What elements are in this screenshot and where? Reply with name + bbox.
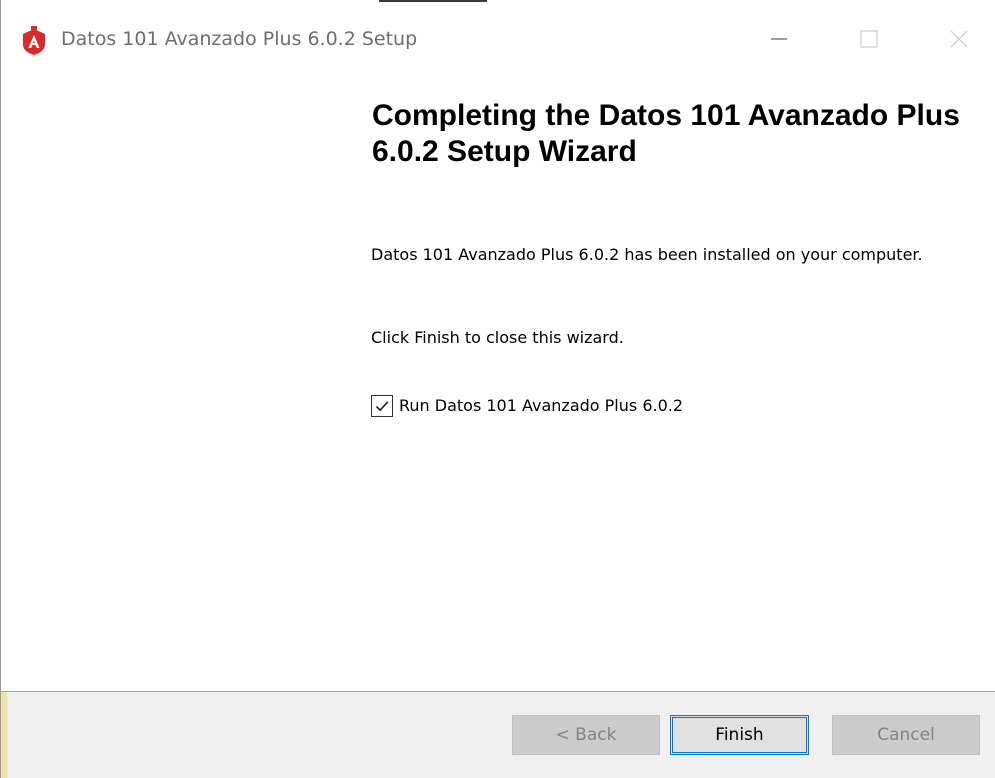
installed-message: Datos 101 Avanzado Plus 6.0.2 has been i… — [371, 245, 923, 264]
minimize-icon[interactable] — [747, 16, 811, 62]
app-icon — [23, 26, 45, 55]
footer-edge — [1, 692, 7, 778]
title-bar[interactable]: Datos 101 Avanzado Plus 6.0.2 Setup — [1, 8, 995, 70]
setup-window: Datos 101 Avanzado Plus 6.0.2 Setup Comp… — [0, 0, 995, 778]
run-app-option[interactable]: Run Datos 101 Avanzado Plus 6.0.2 — [371, 394, 683, 418]
top-edge — [1, 0, 995, 8]
checkmark-icon — [375, 401, 389, 412]
cancel-button[interactable]: Cancel — [832, 715, 980, 755]
window-title: Datos 101 Avanzado Plus 6.0.2 Setup — [61, 28, 418, 50]
finish-button[interactable]: Finish — [670, 715, 809, 755]
run-app-checkbox[interactable] — [371, 395, 393, 417]
finish-instruction: Click Finish to close this wizard. — [371, 328, 624, 347]
back-button[interactable]: < Back — [512, 715, 660, 755]
page-title: Completing the Datos 101 Avanzado Plus 6… — [372, 99, 960, 168]
maximize-icon[interactable] — [837, 16, 901, 62]
run-app-label[interactable]: Run Datos 101 Avanzado Plus 6.0.2 — [399, 394, 683, 418]
finish-button-focus-ring — [672, 717, 807, 753]
wizard-content: Completing the Datos 101 Avanzado Plus 6… — [1, 70, 995, 692]
button-bar: < Back Finish Cancel — [1, 692, 995, 778]
close-icon[interactable] — [927, 16, 991, 62]
top-edge-shadow — [379, 0, 487, 2]
